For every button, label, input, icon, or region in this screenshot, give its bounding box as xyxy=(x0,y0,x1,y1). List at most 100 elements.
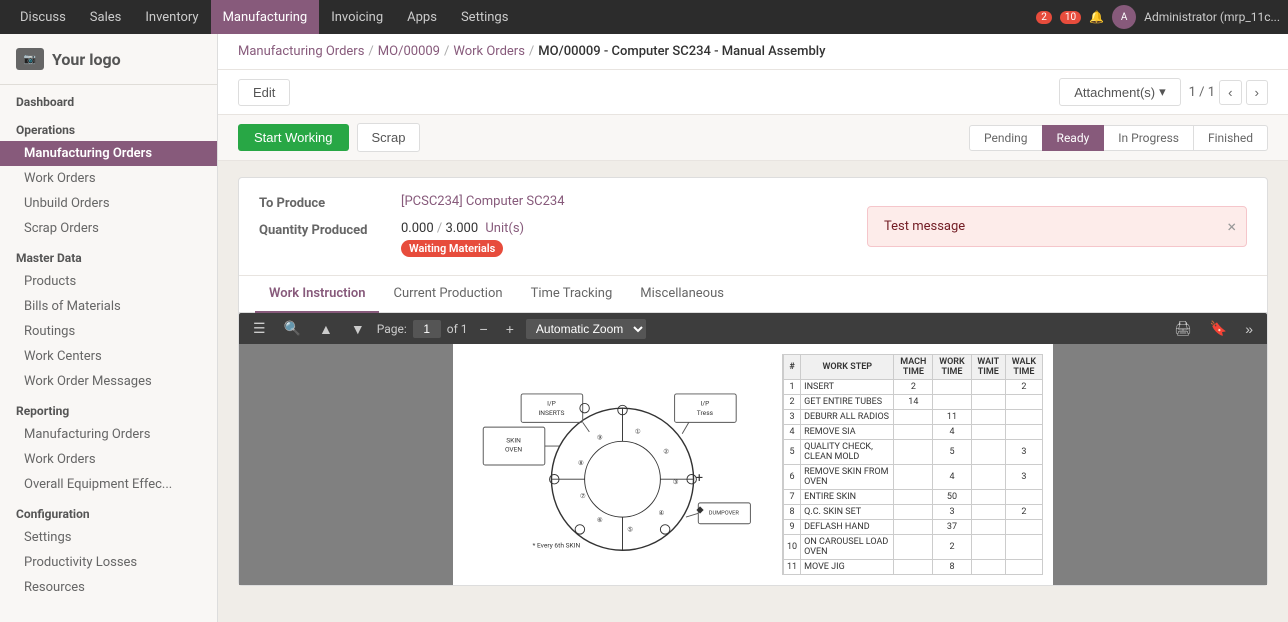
pdf-zoom-out-btn[interactable]: − xyxy=(474,318,494,340)
work-step-row: 7ENTIRE SKIN50 xyxy=(784,490,1043,505)
work-step-cell: 3 xyxy=(1005,465,1042,490)
nav-sales[interactable]: Sales xyxy=(78,0,134,34)
sidebar-item-products[interactable]: Products xyxy=(0,269,217,294)
notification-icon[interactable]: 🔔 xyxy=(1089,10,1104,24)
work-step-cell: QUALITY CHECK, CLEAN MOLD xyxy=(801,440,894,465)
work-step-cell: 4 xyxy=(933,465,971,490)
breadcrumb-sep-2: / xyxy=(444,44,449,59)
pdf-page-input[interactable] xyxy=(413,320,441,338)
nav-apps[interactable]: Apps xyxy=(395,0,449,34)
breadcrumb-mo[interactable]: MO/00009 xyxy=(378,44,440,59)
tab-time-tracking[interactable]: Time Tracking xyxy=(517,276,627,313)
sidebar-item-routings[interactable]: Routings xyxy=(0,319,217,344)
work-step-cell xyxy=(971,395,1005,410)
work-order-card: To Produce [PCSC234] Computer SC234 Quan… xyxy=(238,177,1268,586)
pdf-more-btn[interactable]: » xyxy=(1239,318,1259,340)
tab-miscellaneous[interactable]: Miscellaneous xyxy=(626,276,738,313)
work-step-row: 2GET ENTIRE TUBES14 xyxy=(784,395,1043,410)
pdf-zoom-select[interactable]: Automatic Zoom xyxy=(526,319,646,339)
work-step-cell xyxy=(971,425,1005,440)
work-step-row: 1INSERT22 xyxy=(784,380,1043,395)
sidebar-item-manufacturing-orders[interactable]: Manufacturing Orders xyxy=(0,141,217,166)
stage-pending[interactable]: Pending xyxy=(969,125,1043,151)
sidebar-item-bills-of-materials[interactable]: Bills of Materials xyxy=(0,294,217,319)
work-step-cell xyxy=(1005,560,1042,575)
edit-button[interactable]: Edit xyxy=(238,79,290,106)
work-step-cell xyxy=(894,490,933,505)
breadcrumb-sep-3: / xyxy=(529,44,534,59)
sidebar-item-oee[interactable]: Overall Equipment Effec... xyxy=(0,472,217,497)
svg-text:①: ① xyxy=(635,427,641,435)
user-name[interactable]: Administrator (mrp_11c... xyxy=(1144,10,1280,24)
tab-work-instruction[interactable]: Work Instruction xyxy=(255,276,379,313)
svg-text:I/P: I/P xyxy=(547,399,556,407)
to-produce-value[interactable]: [PCSC234] Computer SC234 xyxy=(401,194,565,209)
stage-finished[interactable]: Finished xyxy=(1193,125,1268,151)
sidebar-item-config-settings[interactable]: Settings xyxy=(0,525,217,550)
sidebar-item-scrap-orders[interactable]: Scrap Orders xyxy=(0,216,217,241)
stage-ready[interactable]: Ready xyxy=(1042,125,1105,151)
work-step-cell: 50 xyxy=(933,490,971,505)
sidebar-item-productivity-losses[interactable]: Productivity Losses xyxy=(0,550,217,575)
alert-close-button[interactable]: × xyxy=(1227,217,1236,236)
svg-text:OVEN: OVEN xyxy=(505,445,522,453)
sidebar-item-work-order-messages[interactable]: Work Order Messages xyxy=(0,369,217,394)
tab-current-production[interactable]: Current Production xyxy=(379,276,516,313)
work-step-cell xyxy=(1005,425,1042,440)
sidebar-item-reporting-work-orders[interactable]: Work Orders xyxy=(0,447,217,472)
pdf-prev-page-btn[interactable]: ▲ xyxy=(313,318,339,340)
work-step-table-container: # WORK STEP MACH TIME WORK TIME WAIT TIM… xyxy=(783,354,1043,575)
pdf-document: SKIN OVEN I/P INSERTS xyxy=(453,344,1053,585)
scrap-button[interactable]: Scrap xyxy=(357,123,421,152)
work-step-cell: 10 xyxy=(784,535,801,560)
svg-text:⑧: ⑧ xyxy=(578,459,584,467)
svg-text:⑦: ⑦ xyxy=(580,492,586,500)
prev-button[interactable]: ‹ xyxy=(1219,80,1241,105)
work-step-cell: 2 xyxy=(933,535,971,560)
work-step-cell: 5 xyxy=(784,440,801,465)
sidebar-item-reporting-mfg-orders[interactable]: Manufacturing Orders xyxy=(0,422,217,447)
badge-c2[interactable]: 2 xyxy=(1036,11,1052,24)
start-working-button[interactable]: Start Working xyxy=(238,124,349,151)
sidebar: 📷 Your logo Dashboard Operations Manufac… xyxy=(0,34,218,622)
next-button[interactable]: › xyxy=(1246,80,1268,105)
work-step-cell xyxy=(894,535,933,560)
work-step-row: 8Q.C. SKIN SET32 xyxy=(784,505,1043,520)
pdf-page-total: of 1 xyxy=(447,322,468,336)
pdf-zoom-in-btn[interactable]: + xyxy=(500,318,520,340)
attachment-button[interactable]: Attachment(s) ▾ xyxy=(1059,78,1180,106)
sidebar-item-resources[interactable]: Resources xyxy=(0,575,217,600)
sidebar-item-work-orders[interactable]: Work Orders xyxy=(0,166,217,191)
pdf-sidebar-btn[interactable]: ☰ xyxy=(247,317,272,340)
work-step-cell xyxy=(1005,490,1042,505)
work-step-cell: ENTIRE SKIN xyxy=(801,490,894,505)
pdf-search-btn[interactable]: 🔍 xyxy=(278,317,307,340)
work-step-cell: 8 xyxy=(933,560,971,575)
nav-settings[interactable]: Settings xyxy=(449,0,520,34)
pdf-bookmark-btn[interactable]: 🔖 xyxy=(1204,317,1233,340)
logo-icon: 📷 xyxy=(16,48,44,70)
nav-invoicing[interactable]: Invoicing xyxy=(319,0,395,34)
nav-manufacturing[interactable]: Manufacturing xyxy=(211,0,320,34)
to-produce-row: To Produce [PCSC234] Computer SC234 xyxy=(259,194,847,211)
pdf-print-btn[interactable]: 🖨 xyxy=(1168,317,1198,340)
badge-10[interactable]: 10 xyxy=(1060,11,1081,24)
work-step-cell xyxy=(1005,395,1042,410)
nav-discuss[interactable]: Discuss xyxy=(8,0,78,34)
work-step-cell xyxy=(1005,520,1042,535)
breadcrumb-mfg-orders[interactable]: Manufacturing Orders xyxy=(238,44,364,59)
breadcrumb-work-orders[interactable]: Work Orders xyxy=(453,44,525,59)
work-step-cell xyxy=(894,560,933,575)
work-step-cell xyxy=(1005,410,1042,425)
qty-unit: Unit(s) xyxy=(485,221,524,236)
attachment-dropdown-icon: ▾ xyxy=(1159,84,1166,100)
nav-inventory[interactable]: Inventory xyxy=(133,0,210,34)
svg-text:* Every 6th SKIN: * Every 6th SKIN xyxy=(533,541,581,549)
stage-in-progress[interactable]: In Progress xyxy=(1103,125,1194,151)
sidebar-item-unbuild-orders[interactable]: Unbuild Orders xyxy=(0,191,217,216)
pdf-next-page-btn[interactable]: ▼ xyxy=(345,318,371,340)
work-step-cell: ON CAROUSEL LOAD OVEN xyxy=(801,535,894,560)
sidebar-item-work-centers[interactable]: Work Centers xyxy=(0,344,217,369)
toolbar: Edit Attachment(s) ▾ 1 / 1 ‹ › xyxy=(218,70,1288,115)
work-step-row: 3DEBURR ALL RADIOS11 xyxy=(784,410,1043,425)
